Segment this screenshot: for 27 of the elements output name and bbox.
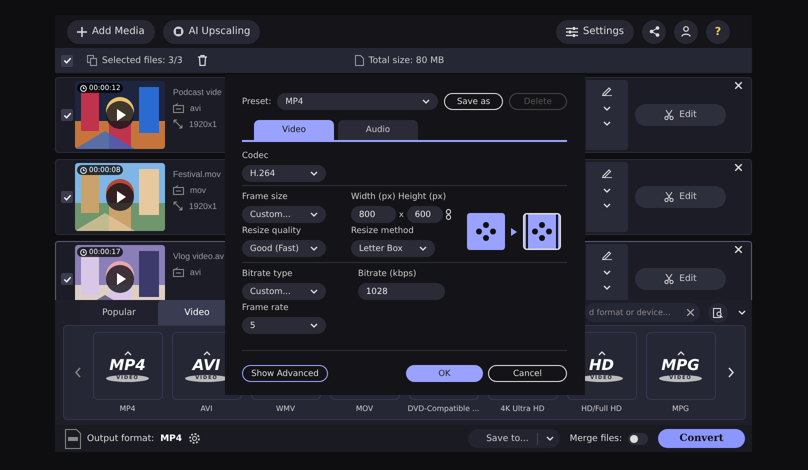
file-resolution: 1920x1 xyxy=(189,201,217,211)
output-format-value: MP4 xyxy=(160,434,182,444)
field-label: Bitrate type xyxy=(242,269,294,279)
file-format: avi xyxy=(190,267,201,277)
selected-files-count: Selected files: 3/3 xyxy=(102,56,183,66)
field-label: Resize method xyxy=(351,226,415,236)
output-format-label: Output format: xyxy=(87,434,154,444)
format-logo: HD xyxy=(588,358,614,372)
file-format: mov xyxy=(190,185,206,195)
field-label: Resize quality xyxy=(242,226,302,236)
merge-files-label: Merge files: xyxy=(570,434,622,444)
preset-label: Preset: xyxy=(242,96,272,106)
field-label: Frame size xyxy=(242,192,289,202)
field-label: Frame rate xyxy=(242,303,290,313)
format-logo: AVI xyxy=(192,358,220,372)
field-label: Width (px) Height (px) xyxy=(351,192,448,202)
format-logo: MP4 xyxy=(109,358,146,372)
field-label: Codec xyxy=(242,151,270,161)
field-label: Bitrate (kbps) xyxy=(358,269,418,279)
file-format: avi xyxy=(190,103,201,113)
times-sign: x xyxy=(399,210,404,219)
file-name: Podcast vide xyxy=(173,87,223,97)
file-resolution: 1920x1 xyxy=(189,119,217,129)
file-name: Vlog video.av xyxy=(173,251,226,261)
file-name: Festival.mov xyxy=(173,169,222,179)
total-size: Total size: 80 MB xyxy=(368,56,444,66)
format-logo: MPG xyxy=(661,358,700,372)
